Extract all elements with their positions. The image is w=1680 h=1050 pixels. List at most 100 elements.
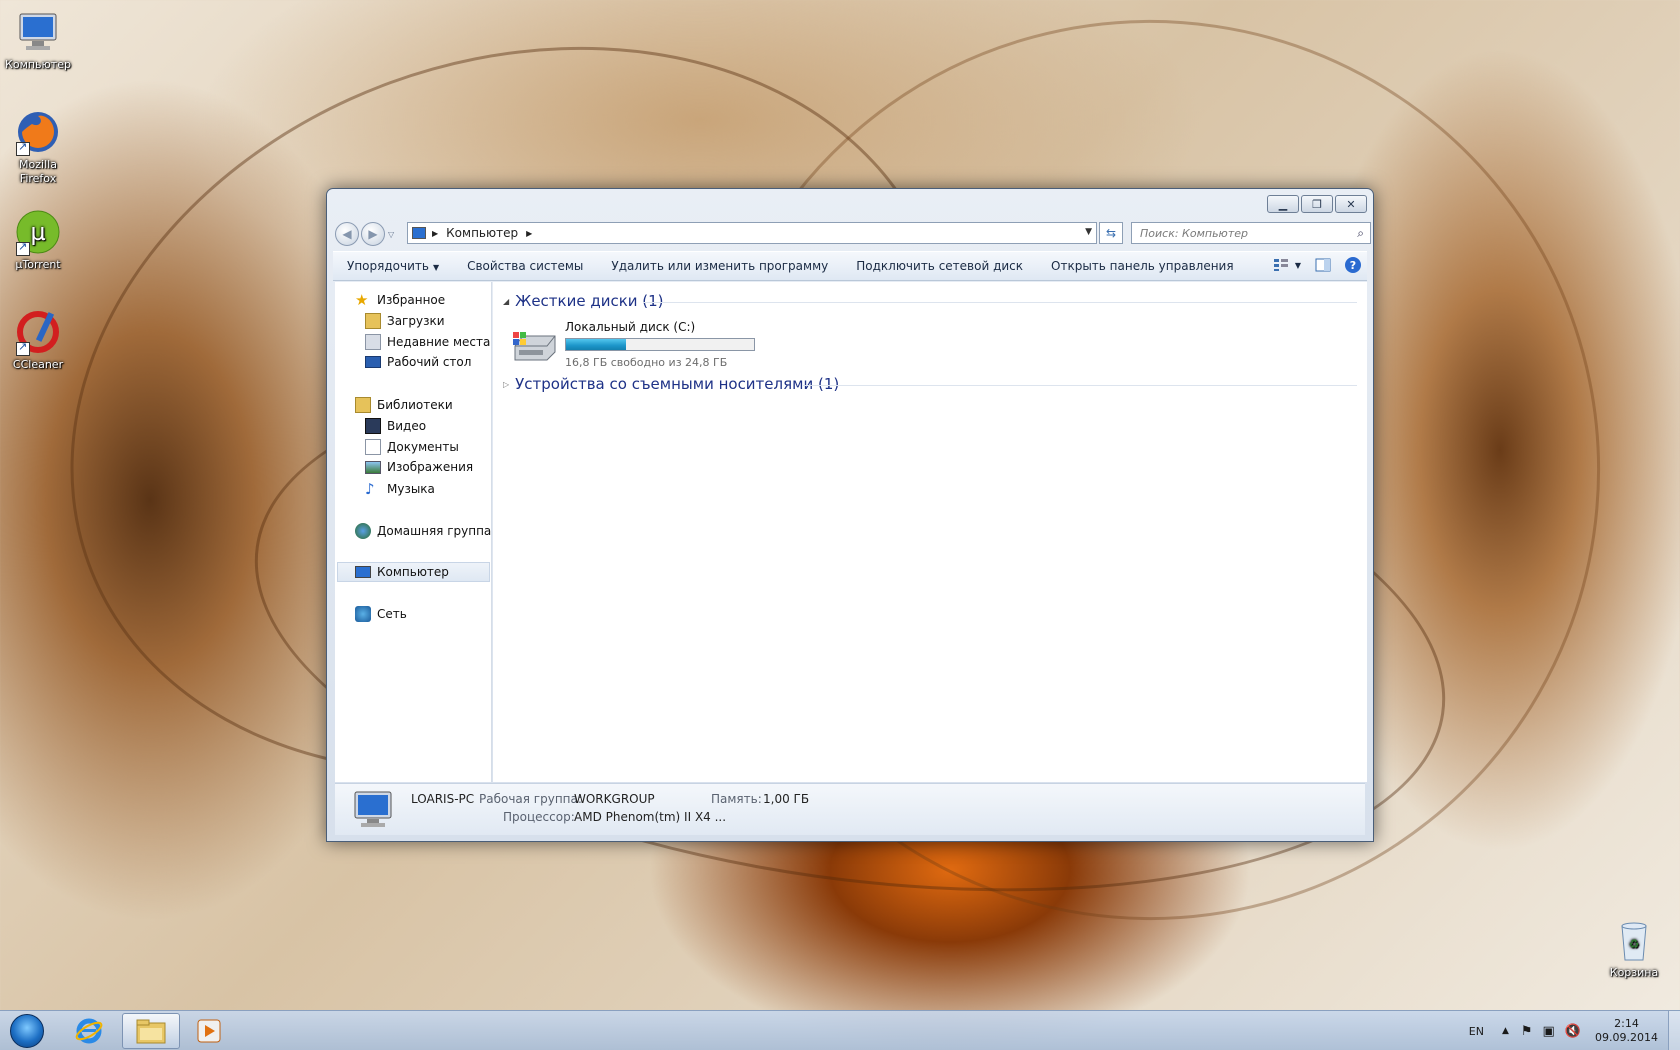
music-icon: ♪: [365, 480, 375, 498]
address-dropdown-icon[interactable]: ▼: [1085, 227, 1092, 237]
help-icon[interactable]: ?: [1345, 257, 1361, 273]
utorrent-icon: µ: [14, 208, 62, 256]
system-properties-button[interactable]: Свойства системы: [453, 259, 597, 273]
show-desktop-button[interactable]: [1668, 1011, 1680, 1050]
nav-label: Изображения: [387, 460, 474, 474]
nav-label: Недавние места: [387, 335, 491, 349]
desktop-icon-label: µTorrent: [15, 258, 61, 271]
nav-computer[interactable]: Компьютер: [337, 562, 490, 582]
organize-button[interactable]: Упорядочить ▼: [333, 259, 453, 273]
uninstall-program-button[interactable]: Удалить или изменить программу: [597, 259, 842, 273]
nav-label: Загрузки: [387, 314, 445, 328]
media-player-icon: [197, 1019, 221, 1043]
nav-label: Документы: [387, 440, 459, 454]
group-divider: [803, 385, 1357, 386]
taskbar-media-player[interactable]: [184, 1013, 234, 1049]
start-button[interactable]: [4, 1011, 50, 1050]
computer-icon: [355, 566, 371, 578]
nav-network[interactable]: Сеть: [355, 606, 407, 622]
nav-documents[interactable]: Документы: [365, 439, 459, 455]
windows-logo-icon: [10, 1014, 44, 1048]
nav-desktop[interactable]: Рабочий стол: [365, 355, 471, 369]
video-icon: [365, 418, 381, 434]
star-icon: ★: [355, 291, 369, 309]
language-indicator[interactable]: EN: [1469, 1025, 1484, 1038]
nav-label: Компьютер: [377, 565, 449, 579]
back-button[interactable]: ◀: [335, 222, 359, 246]
desktop-icon-computer[interactable]: Компьютер: [0, 8, 76, 72]
close-button[interactable]: ✕: [1335, 195, 1367, 213]
nav-favorites[interactable]: ★ Избранное: [355, 292, 445, 308]
svg-text:♻: ♻: [1629, 937, 1640, 951]
nav-recent-places[interactable]: Недавние места: [365, 334, 490, 350]
breadcrumb-arrow-icon[interactable]: ▶: [526, 229, 532, 238]
refresh-button[interactable]: ⇆: [1099, 222, 1123, 244]
recycle-bin-icon: ♻: [1610, 916, 1658, 964]
navigation-pane: ★ Избранное Загрузки Недавние места Рабо…: [335, 282, 492, 782]
internet-explorer-icon: [75, 1018, 103, 1044]
desktop-icon-ccleaner[interactable]: CCleaner: [0, 308, 76, 372]
collapse-arrow-icon[interactable]: ◢: [503, 297, 509, 306]
open-control-panel-button[interactable]: Открыть панель управления: [1037, 259, 1248, 273]
workgroup-label: Рабочая группа:: [479, 792, 582, 806]
command-bar: Упорядочить ▼ Свойства системы Удалить ил…: [333, 251, 1367, 281]
recent-pages-dropdown[interactable]: ▽: [388, 230, 394, 239]
minimize-button[interactable]: ▁: [1267, 195, 1299, 213]
nav-music[interactable]: ♪ Музыка: [365, 481, 435, 497]
desktop-icon-firefox[interactable]: Mozilla Firefox: [0, 108, 76, 186]
refresh-icon: ⇆: [1105, 226, 1117, 240]
clock[interactable]: 2:14 09.09.2014: [1595, 1017, 1658, 1045]
group-header-removable[interactable]: ▷ Устройства со съемными носителями (1): [503, 375, 839, 393]
network-tray-icon[interactable]: ▣: [1543, 1024, 1555, 1039]
group-header-hard-disks[interactable]: ◢ Жесткие диски (1): [503, 292, 664, 310]
taskbar-explorer[interactable]: [122, 1013, 180, 1049]
drive-usage-fill: [566, 339, 627, 350]
forward-arrow-icon: ▶: [368, 227, 378, 241]
nav-label: Рабочий стол: [387, 355, 472, 369]
restore-button[interactable]: ❐: [1301, 195, 1333, 213]
documents-icon: [365, 439, 381, 455]
nav-label: Видео: [387, 419, 427, 433]
group-title: Жесткие диски (1): [515, 292, 664, 310]
nav-video[interactable]: Видео: [365, 418, 426, 434]
desktop-icon-recycle-bin[interactable]: ♻ Корзина: [1596, 916, 1672, 980]
workgroup-value: WORKGROUP: [574, 792, 655, 806]
chevron-down-icon: ▼: [1294, 260, 1301, 270]
computer-small-icon: [412, 227, 426, 239]
organize-label: Упорядочить: [347, 259, 429, 273]
nav-label: Домашняя группа: [377, 524, 492, 538]
view-options-button[interactable]: ▼: [1273, 258, 1301, 272]
chevron-down-icon: ▼: [432, 263, 440, 272]
preview-pane-icon[interactable]: [1315, 258, 1331, 272]
forward-button[interactable]: ▶: [361, 222, 385, 246]
pictures-icon: [365, 460, 381, 474]
address-bar[interactable]: ▶ Компьютер ▶ ▼: [407, 222, 1097, 244]
volume-muted-icon[interactable]: 🔇: [1565, 1024, 1581, 1039]
cpu-label: Процессор:: [503, 810, 575, 824]
details-pane: LOARIS-PC Рабочая группа: WORKGROUP Памя…: [335, 783, 1365, 835]
explorer-window[interactable]: ▁ ❐ ✕ ◀ ▶ ▽ ▶ Компьютер ▶ ▼ ⇆ Поиск: Ком…: [326, 188, 1374, 842]
nav-downloads[interactable]: Загрузки: [365, 313, 445, 329]
map-network-drive-button[interactable]: Подключить сетевой диск: [842, 259, 1037, 273]
window-controls: ▁ ❐ ✕: [1267, 195, 1367, 213]
drive-free-space: 16,8 ГБ свободно из 24,8 ГБ: [565, 356, 728, 369]
folder-icon: [136, 1019, 166, 1044]
ccleaner-icon: [14, 308, 62, 356]
breadcrumb-computer[interactable]: Компьютер: [446, 226, 518, 240]
search-icon[interactable]: ⌕: [1357, 226, 1364, 241]
libraries-icon: [355, 397, 371, 413]
nav-pictures[interactable]: Изображения: [365, 460, 473, 474]
firefox-icon: [14, 108, 62, 156]
group-divider: [643, 302, 1357, 303]
nav-homegroup[interactable]: Домашняя группа: [355, 523, 491, 539]
desktop-icon-utorrent[interactable]: µ µTorrent: [0, 208, 76, 272]
svg-text:µ: µ: [30, 218, 45, 246]
expand-arrow-icon[interactable]: ▷: [503, 380, 509, 389]
action-center-flag-icon[interactable]: ⚑: [1521, 1024, 1533, 1039]
breadcrumb-arrow-icon[interactable]: ▶: [432, 229, 438, 238]
taskbar-internet-explorer[interactable]: [60, 1013, 118, 1049]
show-hidden-icons-icon[interactable]: ▲: [1502, 1026, 1509, 1036]
search-box[interactable]: Поиск: Компьютер ⌕: [1131, 222, 1371, 244]
nav-libraries[interactable]: Библиотеки: [355, 397, 453, 413]
nav-label: Библиотеки: [377, 398, 453, 412]
